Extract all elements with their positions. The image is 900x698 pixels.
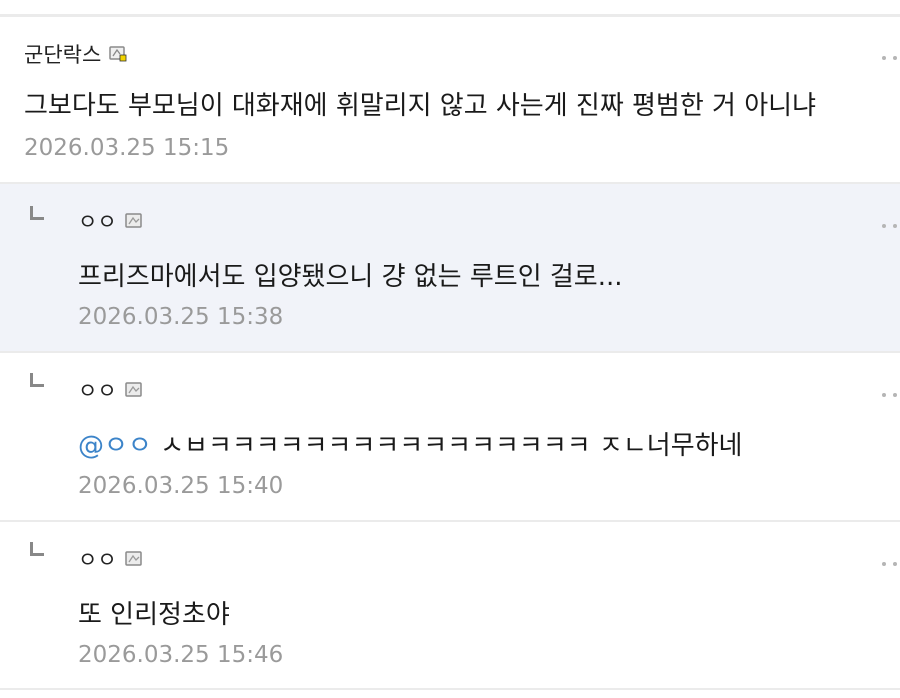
- reply-item[interactable]: ㅇㅇ @ㅇㅇ ㅅㅂㅋㅋㅋㅋㅋㅋㅋㅋㅋㅋㅋㅋㅋㅋㅋㅋ ㅈㄴ너무하네 2026.03…: [0, 353, 900, 520]
- comment-author[interactable]: ㅇㅇ: [78, 544, 143, 574]
- comment-timestamp: 2026.03.25 15:46: [78, 642, 284, 668]
- mention-link[interactable]: @ㅇㅇ: [78, 431, 152, 461]
- dot-icon: [882, 393, 886, 397]
- gallery-badge-icon: [109, 46, 127, 62]
- author-name: 군단락스: [24, 43, 102, 67]
- dot-icon: [893, 224, 897, 228]
- dot-icon: [882, 224, 886, 228]
- comment-text: 그보다도 부모님이 대화재에 휘말리지 않고 사는게 진짜 평범한 거 아니냐: [24, 91, 816, 121]
- dot-icon: [882, 56, 886, 60]
- more-options-button[interactable]: [882, 222, 900, 230]
- comment-text: @ㅇㅇ ㅅㅂㅋㅋㅋㅋㅋㅋㅋㅋㅋㅋㅋㅋㅋㅋㅋㅋ ㅈㄴ너무하네: [78, 425, 742, 462]
- comment-author[interactable]: ㅇㅇ: [78, 375, 143, 405]
- reply-arrow-icon: [30, 373, 44, 387]
- dot-icon: [893, 56, 897, 60]
- comment-author[interactable]: 군단락스: [24, 39, 127, 69]
- dot-icon: [893, 393, 897, 397]
- reply-item[interactable]: ㅇㅇ 또 인리정초야 2026.03.25 15:46: [0, 522, 900, 688]
- gallery-badge-icon: [124, 551, 143, 567]
- reply-arrow-icon: [30, 542, 44, 556]
- reply-arrow-icon: [30, 206, 44, 220]
- gallery-badge-icon: [124, 213, 143, 229]
- comment-text: 프리즈마에서도 입양됐으니 걍 없는 루트인 걸로...: [78, 262, 623, 292]
- comment-body: ㅅㅂㅋㅋㅋㅋㅋㅋㅋㅋㅋㅋㅋㅋㅋㅋㅋㅋ ㅈㄴ너무하네: [160, 431, 743, 461]
- comment-next-partial: [0, 690, 900, 698]
- comment-timestamp: 2026.03.25 15:15: [24, 135, 230, 161]
- author-name: ㅇㅇ: [78, 548, 117, 572]
- gallery-badge-icon: [124, 382, 143, 398]
- author-name: ㅇㅇ: [78, 379, 117, 403]
- reply-item[interactable]: ㅇㅇ 프리즈마에서도 입양됐으니 걍 없는 루트인 걸로... 2026.03.…: [0, 184, 900, 351]
- more-options-button[interactable]: [882, 560, 900, 568]
- comment-previous-partial: [0, 0, 900, 14]
- comment-text: 또 인리정초야: [78, 600, 230, 630]
- dot-icon: [882, 562, 886, 566]
- author-name: ㅇㅇ: [78, 210, 117, 234]
- comment-author[interactable]: ㅇㅇ: [78, 206, 143, 236]
- more-options-button[interactable]: [882, 391, 900, 399]
- comment-timestamp: 2026.03.25 15:40: [78, 473, 284, 499]
- comment-list: 군단락스 그보다도 부모님이 대화재에 휘말리지 않고 사는게 진짜 평범한 거…: [0, 0, 900, 698]
- comment-item[interactable]: 군단락스 그보다도 부모님이 대화재에 휘말리지 않고 사는게 진짜 평범한 거…: [0, 17, 900, 182]
- dot-icon: [893, 562, 897, 566]
- more-options-button[interactable]: [882, 54, 900, 62]
- comment-timestamp: 2026.03.25 15:38: [78, 304, 284, 330]
